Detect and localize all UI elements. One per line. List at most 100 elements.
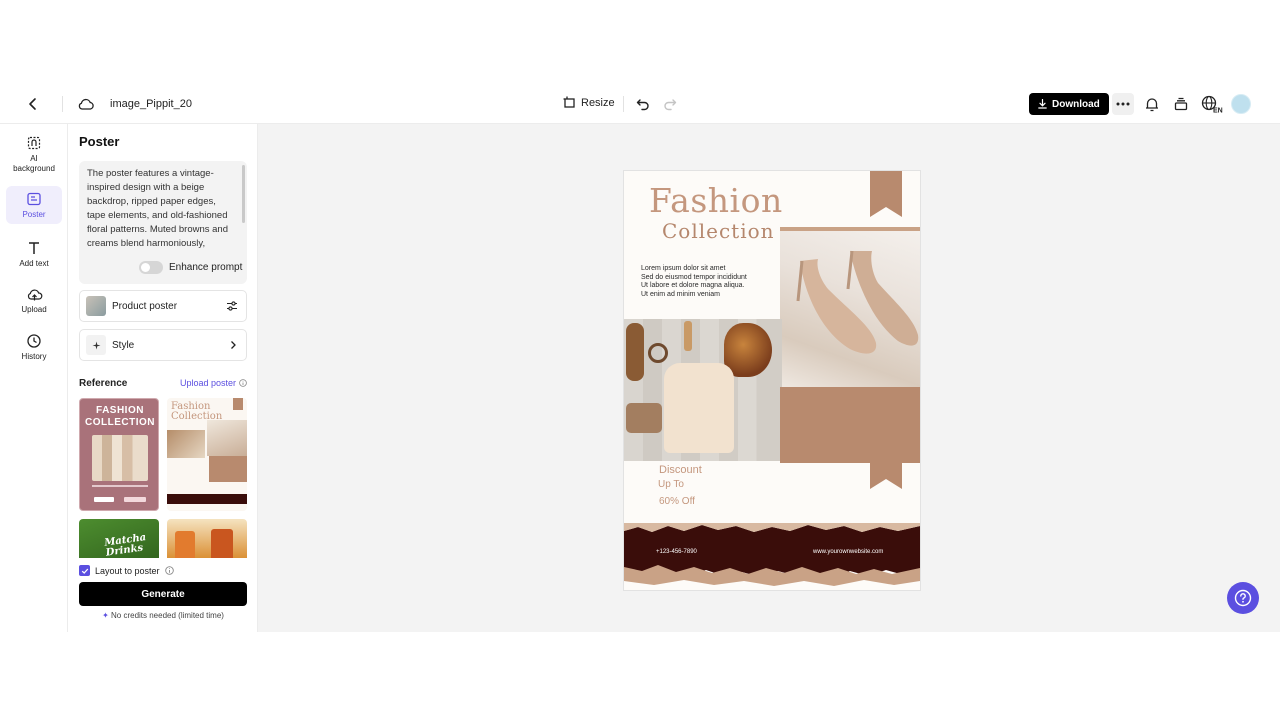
product-poster-selector[interactable]: Product poster (79, 290, 247, 322)
poster-body-line: Sed do eiusmod tempor incididunt (641, 273, 747, 281)
poster-phone[interactable]: +123-456-7890 (656, 549, 697, 555)
torn-strip (167, 494, 247, 504)
shoes-image (207, 420, 247, 456)
reference-thumbnail-drinks[interactable] (167, 519, 247, 558)
upload-poster-label: Upload poster (179, 378, 236, 388)
reference-thumbnail-matcha[interactable]: Matcha Drinks (79, 519, 159, 558)
ribbon-top-shape[interactable] (870, 171, 902, 217)
notification-bell-icon[interactable] (1140, 92, 1164, 116)
discount-percent-label[interactable]: 60% Off (659, 496, 695, 507)
rail-label: Add text (19, 259, 49, 268)
layout-to-poster-checkbox[interactable] (79, 565, 90, 576)
left-rail: AI background Poster Add text Upload His… (0, 124, 68, 632)
enhance-prompt-row: Enhance prompt (139, 261, 242, 274)
upload-icon (27, 289, 42, 301)
perfume-bottle-image (684, 321, 692, 351)
settings-sliders-icon[interactable] (226, 300, 238, 312)
undo-icon[interactable] (631, 92, 655, 116)
ref-button-shape (94, 497, 114, 502)
language-globe-icon[interactable]: EN (1200, 92, 1224, 116)
download-icon (1038, 99, 1047, 109)
poster-website[interactable]: www.yourownwebsite.com (813, 549, 883, 555)
ai-background-icon (27, 136, 41, 150)
svg-text:EN: EN (1213, 108, 1223, 114)
reference-thumbnail-fashion-pink[interactable]: FASHION COLLECTION (79, 398, 159, 511)
drink-glass-image (175, 531, 195, 558)
text-icon (29, 242, 39, 254)
help-button[interactable] (1227, 582, 1259, 614)
credits-note-text: No credits needed (limited time) (111, 611, 224, 620)
tan-block (209, 456, 247, 482)
info-icon[interactable] (164, 566, 174, 575)
upload-poster-link[interactable]: Upload poster (180, 378, 247, 388)
ref-title: Matcha Drinks (103, 532, 147, 558)
rail-label: History (21, 352, 47, 361)
high-heels-image (796, 250, 919, 354)
reference-heading: Reference (79, 378, 128, 389)
poster-title-fashion[interactable]: Fashion (649, 181, 783, 220)
chevron-right-icon (231, 341, 236, 349)
poster-body-line: Ut labore et dolore magna aliqua. (641, 282, 745, 289)
ribbon-bottom-shape[interactable] (870, 461, 902, 489)
style-selector[interactable]: Style (79, 329, 247, 361)
accessories-flatlay-photo[interactable] (624, 319, 782, 461)
tan-block[interactable] (780, 387, 920, 463)
handbag-image (626, 403, 662, 433)
download-label: Download (1052, 98, 1100, 110)
canvas-area[interactable]: Fashion Collection Lorem ipsum dolor sit… (258, 124, 1280, 632)
rail-item-ai-background[interactable]: AI background (6, 132, 62, 176)
discount-label[interactable]: Discount (659, 464, 702, 476)
ref-button-shape (124, 497, 146, 502)
torn-paper-footer[interactable] (624, 523, 920, 590)
up-to-label[interactable]: Up To (658, 479, 684, 490)
ribbon-shape (233, 398, 243, 410)
poster-title-collection[interactable]: Collection (662, 219, 775, 243)
silk-scarf-image (724, 323, 772, 377)
layers-stack-icon[interactable] (1169, 92, 1193, 116)
bracelet-image (648, 343, 668, 363)
reference-grid: FASHION COLLECTION Fashion Collection Ma… (79, 398, 247, 558)
loafer-shoe-image (626, 323, 644, 381)
rail-item-poster[interactable]: Poster (6, 186, 62, 224)
more-options-icon[interactable] (1112, 93, 1134, 115)
credits-note: ✦ No credits needed (limited time) (68, 611, 258, 620)
sparkle-icon: ✦ (102, 611, 109, 620)
top-bar: image_Pippit_20 Resize Download EN (0, 84, 1280, 124)
prompt-box[interactable]: The poster features a vintage-inspired d… (79, 161, 247, 284)
prompt-textarea[interactable]: The poster features a vintage-inspired d… (87, 167, 235, 253)
ref-title: Fashion Collection (171, 401, 223, 422)
shoes-photo[interactable] (780, 231, 920, 387)
poster-body-line: Ut enim ad minim veniam (641, 290, 720, 298)
cloud-save-icon[interactable] (74, 92, 98, 116)
sweater-image (664, 363, 734, 453)
download-button[interactable]: Download (1029, 93, 1109, 115)
rail-item-upload[interactable]: Upload (6, 287, 62, 321)
back-icon[interactable] (21, 92, 45, 116)
style-label: Style (112, 339, 135, 351)
rail-item-add-text[interactable]: Add text (6, 240, 62, 274)
layout-to-poster-label: Layout to poster (95, 565, 160, 576)
poster-panel: Poster The poster features a vintage-ins… (68, 124, 258, 632)
layout-to-poster-row: Layout to poster (79, 565, 174, 576)
enhance-prompt-toggle[interactable] (139, 261, 163, 274)
drink-glass-image (211, 529, 233, 558)
resize-label: Resize (581, 96, 615, 109)
reference-thumbnail-fashion-beige[interactable]: Fashion Collection (167, 398, 247, 511)
product-poster-label: Product poster (112, 300, 178, 312)
enhance-prompt-label: Enhance prompt (169, 262, 243, 273)
rail-item-history[interactable]: History (6, 333, 62, 367)
history-icon (27, 334, 41, 348)
panel-title: Poster (79, 134, 120, 149)
prompt-scrollbar[interactable] (242, 165, 245, 223)
resize-button[interactable]: Resize (563, 96, 615, 109)
help-question-icon (1234, 589, 1252, 607)
accessories-image (167, 430, 205, 458)
avatar[interactable] (1231, 94, 1251, 114)
divider (92, 485, 148, 487)
poster-preview[interactable]: Fashion Collection Lorem ipsum dolor sit… (624, 171, 920, 590)
file-name[interactable]: image_Pippit_20 (110, 98, 192, 110)
redo-icon[interactable] (658, 92, 682, 116)
app-window: image_Pippit_20 Resize Download EN AI ba… (0, 84, 1280, 632)
poster-body-text[interactable]: Lorem ipsum dolor sit amet Sed do eiusmo… (641, 265, 781, 299)
generate-button[interactable]: Generate (79, 582, 247, 606)
